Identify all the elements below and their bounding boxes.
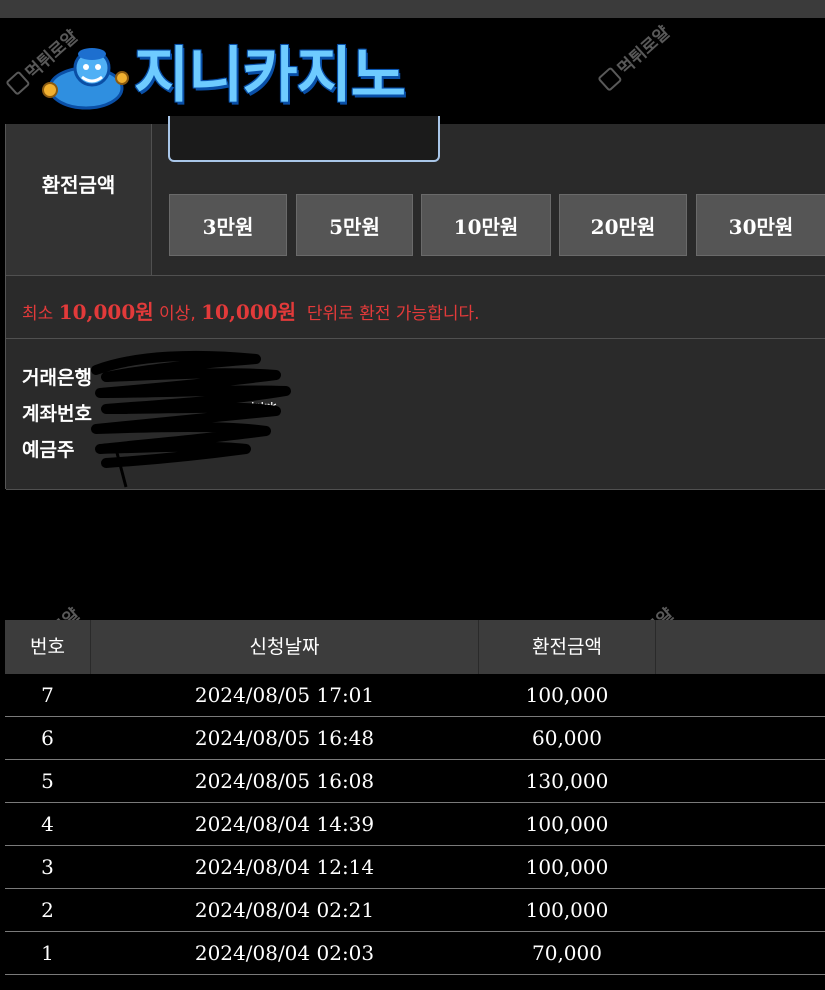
row-amount: 100,000: [525, 855, 609, 879]
notice-min-amount: 10,000원: [58, 300, 154, 324]
amount-label: 환전금액: [41, 173, 116, 197]
amount-input[interactable]: [168, 116, 440, 162]
row-number: 1: [41, 941, 54, 965]
row-number: 2: [41, 898, 54, 922]
table-row: 4 2024/08/04 14:39 100,000: [5, 803, 825, 846]
row-date: 2024/08/05 17:01: [194, 683, 375, 707]
exchange-notice: 최소 10,000원 이상, 10,000원 단위로 환전 가능합니다.: [22, 300, 480, 324]
bank-info: 거래은행 계좌번호 *** 예금주: [6, 339, 825, 490]
table-row: 2 2024/08/04 02:21 100,000: [5, 889, 825, 932]
column-header-extra: [656, 620, 825, 674]
row-amount: 100,000: [525, 812, 609, 836]
row-date: 2024/08/04 02:21: [194, 898, 375, 922]
logo-text: 지니카지노: [134, 41, 406, 111]
row-number: 6: [41, 726, 54, 750]
site-header: 지니카지노 먹튀로얄 먹튀로얄: [0, 18, 825, 124]
preset-button-30000[interactable]: 3만원: [169, 194, 287, 256]
row-amount: 100,000: [525, 898, 609, 922]
column-header-amount: 환전금액: [532, 636, 602, 658]
row-date: 2024/08/05 16:48: [194, 726, 375, 750]
table-row: 7 2024/08/05 17:01 100,000: [5, 674, 825, 717]
row-number: 7: [41, 683, 54, 707]
row-date: 2024/08/05 16:08: [194, 769, 375, 793]
preset-button-50000[interactable]: 5만원: [296, 194, 413, 256]
top-strip: [0, 0, 825, 18]
amount-label-cell: 환전금액: [6, 124, 152, 275]
row-amount: 60,000: [532, 726, 602, 750]
row-date: 2024/08/04 14:39: [194, 812, 375, 836]
table-row: 6 2024/08/05 16:48 60,000: [5, 717, 825, 760]
table-row: 1 2024/08/04 02:03 70,000: [5, 932, 825, 975]
holder-label: 예금주: [22, 439, 75, 461]
preset-button-300000[interactable]: 30만원: [696, 194, 825, 256]
redaction-scribble: [91, 350, 291, 488]
row-amount: 100,000: [525, 683, 609, 707]
notice-row: 최소 10,000원 이상, 10,000원 단위로 환전 가능합니다.: [6, 276, 825, 339]
row-number: 3: [41, 855, 54, 879]
row-number: 4: [41, 812, 54, 836]
row-date: 2024/08/04 02:03: [194, 941, 375, 965]
row-amount: 70,000: [532, 941, 602, 965]
table-row: 3 2024/08/04 12:14 100,000: [5, 846, 825, 889]
preset-button-200000[interactable]: 20만원: [559, 194, 687, 256]
preset-button-100000[interactable]: 10만원: [421, 194, 551, 256]
watermark: 먹튀로얄: [594, 19, 674, 94]
amount-row: 환전금액 3만원 5만원 10만원 20만원 30만원: [6, 116, 825, 276]
row-amount: 130,000: [525, 769, 609, 793]
table-row: 5 2024/08/05 16:08 130,000: [5, 760, 825, 803]
column-header-number: 번호: [30, 636, 65, 658]
row-number: 5: [41, 769, 54, 793]
table-header: 번호 신청날짜 환전금액: [5, 620, 825, 674]
column-header-date: 신청날짜: [249, 636, 320, 658]
row-date: 2024/08/04 12:14: [194, 855, 375, 879]
notice-unit-amount: 10,000원: [201, 300, 297, 324]
exchange-form: 환전금액 3만원 5만원 10만원 20만원 30만원 최소 10,000원 이…: [5, 116, 825, 490]
